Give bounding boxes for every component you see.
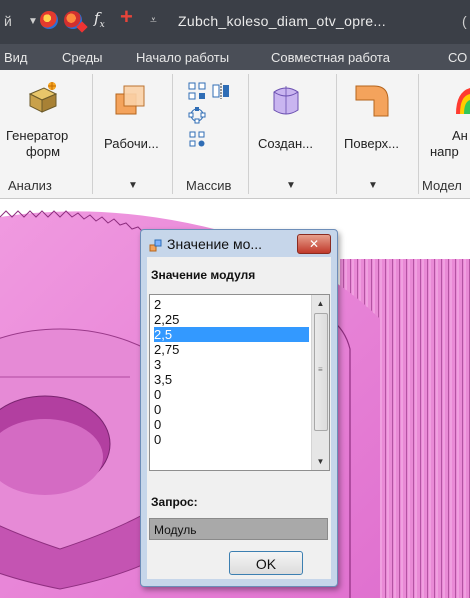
generator-label-1[interactable]: Генератор (6, 128, 68, 144)
dialog-title: Значение мо... (167, 236, 263, 252)
list-scrollbar[interactable]: ▲ ≡ ▼ (311, 295, 329, 470)
list-item[interactable]: 0 (154, 417, 309, 432)
scroll-down-arrow-icon[interactable]: ▼ (312, 453, 329, 470)
ok-button[interactable]: OK (229, 551, 303, 575)
shape-generator-icon[interactable] (24, 80, 60, 116)
array-group-label: Массив (186, 178, 232, 193)
list-item[interactable]: 2,25 (154, 312, 309, 327)
scroll-up-arrow-icon[interactable]: ▲ (312, 295, 329, 312)
tab-collaborate[interactable]: Совместная работа (271, 50, 390, 65)
surface-chevron-icon[interactable]: ▼ (368, 180, 378, 191)
surface-icon[interactable] (354, 84, 390, 118)
work-plane-icon[interactable] (114, 84, 148, 116)
rectangular-array-icon[interactable] (188, 82, 206, 100)
group-divider (92, 74, 93, 194)
add-plus-icon[interactable]: + (120, 4, 133, 30)
tab-get-started[interactable]: Начало работы (136, 50, 229, 65)
module-value-listbox[interactable]: 2 2,25 2,5 2,75 3 3,5 0 0 0 0 ▲ ≡ ▼ (149, 294, 330, 471)
tab-environments[interactable]: Среды (62, 50, 103, 65)
stress-label-1[interactable]: Ан (452, 128, 468, 144)
create-form-icon[interactable] (266, 82, 306, 118)
globe-update-icon[interactable] (64, 11, 82, 29)
list-item[interactable]: 2,75 (154, 342, 309, 357)
dialog-close-button[interactable]: ✕ (297, 234, 331, 254)
scroll-thumb[interactable]: ≡ (314, 313, 328, 431)
fx-parameters-icon[interactable]: fx (94, 9, 105, 30)
mirror-icon[interactable] (212, 82, 230, 100)
list-item[interactable]: 3 (154, 357, 309, 372)
module-value-dialog: Значение мо... ✕ Значение модуля 2 2,25 … (140, 229, 338, 587)
group-divider (418, 74, 419, 194)
list-item[interactable]: 3,5 (154, 372, 309, 387)
window-title: Zubch_koleso_diam_otv_opre... (178, 13, 386, 29)
generator-label-2[interactable]: форм (26, 144, 60, 160)
work-features-chevron-icon[interactable]: ▼ (128, 180, 138, 191)
list-item[interactable]: 0 (154, 402, 309, 417)
title-bar: й ▼ fx + ⩡ Zubch_koleso_diam_otv_opre...… (0, 0, 470, 44)
group-divider (248, 74, 249, 194)
stress-analysis-icon[interactable] (452, 84, 470, 120)
list-item[interactable]: 2 (154, 297, 309, 312)
dialog-app-icon (149, 239, 162, 252)
circular-array-icon[interactable] (188, 106, 206, 124)
surface-label[interactable]: Поверх... (344, 136, 399, 152)
list-item[interactable]: 0 (154, 432, 309, 447)
group-divider (172, 74, 173, 194)
list-item[interactable]: 0 (154, 387, 309, 402)
work-features-label[interactable]: Рабочи... (104, 136, 159, 152)
ribbon-panel: Генератор форм Анализ Рабочи... ▼ Массив… (0, 70, 470, 199)
tab-co[interactable]: СО (448, 50, 467, 65)
list-item-selected[interactable]: 2,5 (154, 327, 309, 342)
query-value-field: Модуль (149, 518, 328, 540)
scroll-grip-icon: ≡ (318, 365, 323, 374)
title-cut-text: й (4, 13, 12, 29)
title-right-text: ( (462, 13, 467, 29)
ribbon-tabs: Вид Среды Начало работы Совместная работ… (0, 44, 470, 70)
customize-menu-icon[interactable]: ⩡ (150, 13, 157, 28)
query-label: Запрос: (151, 495, 198, 509)
analysis-group-label: Анализ (8, 178, 52, 193)
globe-return-icon[interactable] (40, 11, 58, 29)
create-form-chevron-icon[interactable]: ▼ (286, 180, 296, 191)
tab-view[interactable]: Вид (4, 50, 28, 65)
quick-access-dropdown-icon[interactable]: ▼ (28, 16, 38, 27)
dialog-body: Значение модуля 2 2,25 2,5 2,75 3 3,5 0 … (147, 257, 331, 579)
module-list-label: Значение модуля (151, 268, 256, 282)
sketch-pattern-icon[interactable] (188, 130, 206, 148)
stress-label-2[interactable]: напр (430, 144, 459, 160)
create-form-label[interactable]: Создан... (258, 136, 313, 152)
group-divider (336, 74, 337, 194)
model-group-label: Модел (422, 178, 462, 193)
